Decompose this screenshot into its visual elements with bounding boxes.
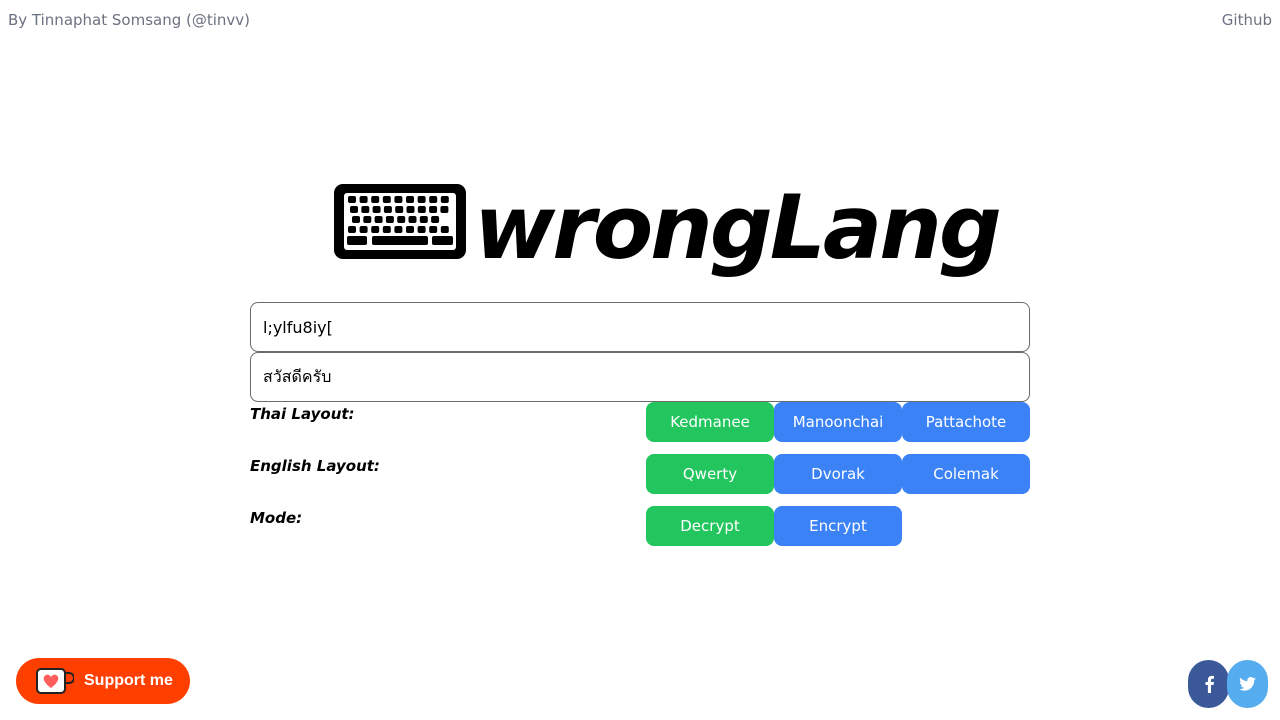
keyboard-key [394, 196, 403, 203]
keyboard-key [417, 226, 426, 233]
keyboard-key [432, 236, 453, 245]
support-me-label: Support me [84, 672, 173, 689]
thai-layout-kedmanee-button[interactable]: Kedmanee [646, 402, 774, 442]
keyboard-key [406, 206, 415, 213]
keyboard-spacebar [372, 236, 428, 245]
support-me-button[interactable]: Support me [16, 658, 190, 704]
twitter-icon [1239, 677, 1256, 691]
output-text[interactable] [263, 353, 1017, 401]
author-credit: By Tinnaphat Somsang (@tinvv) [8, 11, 251, 29]
input-text-field[interactable] [250, 302, 1030, 352]
keyboard-key [371, 226, 380, 233]
keyboard-key [417, 196, 426, 203]
facebook-icon [1205, 675, 1214, 693]
keyboard-key [372, 206, 381, 213]
keyboard-key [395, 206, 404, 213]
keyboard-key [406, 226, 414, 233]
input-text[interactable] [263, 303, 1017, 351]
twitter-share-button[interactable] [1227, 660, 1268, 708]
logo-text: wrongLang [474, 176, 1002, 279]
mode-label: Mode: [250, 509, 303, 527]
english-layout-qwerty-button[interactable]: Qwerty [646, 454, 774, 494]
output-text-field[interactable] [250, 352, 1030, 402]
keyboard-key [374, 216, 383, 223]
keyboard-key [359, 196, 368, 203]
keyboard-key [382, 226, 391, 233]
coffee-cup-heart-icon [36, 668, 74, 694]
keyboard-key [348, 226, 356, 233]
english-layout-dvorak-button[interactable]: Dvorak [774, 454, 902, 494]
thai-layout-pattachote-button[interactable]: Pattachote [902, 402, 1030, 442]
top-bar: By Tinnaphat Somsang (@tinvv) Github [0, 0, 1280, 40]
keyboard-key [347, 236, 367, 245]
keyboard-key [440, 196, 449, 203]
facebook-share-button[interactable] [1188, 660, 1229, 708]
keyboard-key [408, 216, 417, 223]
keyboard-key [363, 216, 372, 223]
keyboard-icon [334, 184, 466, 259]
keyboard-key [361, 206, 370, 213]
app-logo: wrongLang [334, 176, 1002, 280]
thai-layout-label: Thai Layout: [250, 405, 355, 423]
keyboard-key [352, 216, 360, 223]
keyboard-key [429, 226, 438, 233]
keyboard-key [371, 196, 380, 203]
keyboard-key [385, 216, 394, 223]
english-layout-colemak-button[interactable]: Colemak [902, 454, 1030, 494]
keyboard-key [350, 206, 358, 213]
keyboard-key [431, 216, 440, 223]
github-link[interactable]: Github [1222, 11, 1272, 29]
keyboard-key [440, 206, 449, 213]
keyboard-key [382, 196, 391, 203]
keyboard-key [419, 216, 428, 223]
keyboard-key [429, 206, 438, 213]
mode-decrypt-button[interactable]: Decrypt [646, 506, 774, 546]
keyboard-key [397, 216, 406, 223]
keyboard-key [348, 196, 356, 203]
thai-layout-manoonchai-button[interactable]: Manoonchai [774, 402, 902, 442]
mode-encrypt-button[interactable]: Encrypt [774, 506, 902, 546]
keyboard-key [359, 226, 368, 233]
keyboard-key [429, 196, 438, 203]
keyboard-key [394, 226, 403, 233]
keyboard-key [440, 226, 449, 233]
keyboard-key [417, 206, 426, 213]
english-layout-label: English Layout: [250, 457, 380, 475]
keyboard-key [406, 196, 414, 203]
keyboard-key [383, 206, 392, 213]
